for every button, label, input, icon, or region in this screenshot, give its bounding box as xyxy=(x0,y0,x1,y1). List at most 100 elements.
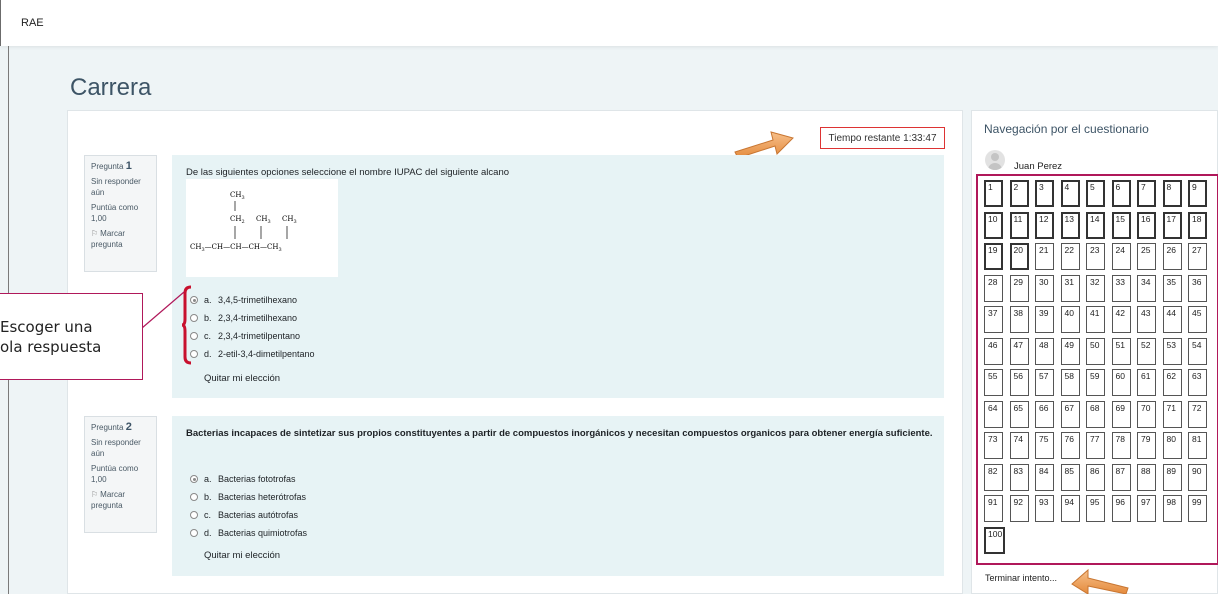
answer-option[interactable]: a. 3,4,5-trimetilhexano xyxy=(190,293,297,307)
clear-choice-link[interactable]: Quitar mi elección xyxy=(204,373,280,384)
nav-question-button-41[interactable]: 41 xyxy=(1086,306,1105,333)
nav-question-button-65[interactable]: 65 xyxy=(1009,400,1029,428)
nav-question-button-81[interactable]: 81 xyxy=(1188,432,1207,459)
nav-question-button-71[interactable]: 71 xyxy=(1162,400,1182,428)
nav-question-button-76[interactable]: 76 xyxy=(1060,432,1080,459)
nav-question-button-48[interactable]: 48 xyxy=(1035,337,1054,365)
nav-question-button-36[interactable]: 36 xyxy=(1188,274,1207,302)
nav-question-button-66[interactable]: 66 xyxy=(1035,400,1054,428)
nav-question-button-62[interactable]: 62 xyxy=(1162,369,1182,396)
answer-option[interactable]: b. 2,3,4-trimetilhexano xyxy=(190,311,297,325)
nav-question-button-24[interactable]: 24 xyxy=(1111,243,1131,270)
nav-question-button-87[interactable]: 87 xyxy=(1111,463,1131,491)
nav-question-button-67[interactable]: 67 xyxy=(1060,400,1080,428)
nav-question-button-75[interactable]: 75 xyxy=(1035,432,1054,459)
nav-question-button-5[interactable]: 5 xyxy=(1086,180,1105,207)
nav-question-button-64[interactable]: 64 xyxy=(984,400,1003,428)
nav-question-button-77[interactable]: 77 xyxy=(1086,432,1105,459)
nav-question-button-95[interactable]: 95 xyxy=(1086,495,1105,522)
nav-question-button-63[interactable]: 63 xyxy=(1188,369,1207,396)
nav-question-button-3[interactable]: 3 xyxy=(1035,180,1054,207)
nav-question-button-42[interactable]: 42 xyxy=(1111,306,1131,333)
nav-question-button-85[interactable]: 85 xyxy=(1060,463,1080,491)
nav-question-button-8[interactable]: 8 xyxy=(1162,180,1182,207)
nav-question-button-28[interactable]: 28 xyxy=(984,274,1003,302)
nav-question-button-57[interactable]: 57 xyxy=(1035,369,1054,396)
nav-question-button-52[interactable]: 52 xyxy=(1137,337,1156,365)
nav-question-button-79[interactable]: 79 xyxy=(1137,432,1156,459)
answer-option[interactable]: d. 2-etil-3,4-dimetilpentano xyxy=(190,347,315,361)
radio-button[interactable] xyxy=(190,475,198,483)
nav-question-button-61[interactable]: 61 xyxy=(1137,369,1156,396)
radio-button[interactable] xyxy=(190,529,198,537)
answer-option[interactable]: a. Bacterias fototrofas xyxy=(190,472,296,486)
nav-question-button-31[interactable]: 31 xyxy=(1060,274,1080,302)
nav-question-button-2[interactable]: 2 xyxy=(1009,180,1029,207)
nav-question-button-90[interactable]: 90 xyxy=(1188,463,1207,491)
radio-button[interactable] xyxy=(190,511,198,519)
nav-question-button-26[interactable]: 26 xyxy=(1162,243,1182,270)
nav-question-button-33[interactable]: 33 xyxy=(1111,274,1131,302)
nav-question-button-12[interactable]: 12 xyxy=(1035,211,1054,239)
nav-question-button-69[interactable]: 69 xyxy=(1111,400,1131,428)
nav-question-button-9[interactable]: 9 xyxy=(1188,180,1207,207)
nav-question-button-53[interactable]: 53 xyxy=(1162,337,1182,365)
nav-question-button-82[interactable]: 82 xyxy=(984,463,1003,491)
nav-question-button-16[interactable]: 16 xyxy=(1137,211,1156,239)
nav-question-button-45[interactable]: 45 xyxy=(1188,306,1207,333)
nav-question-button-7[interactable]: 7 xyxy=(1137,180,1156,207)
nav-question-button-58[interactable]: 58 xyxy=(1060,369,1080,396)
nav-question-button-100[interactable]: 100 xyxy=(984,526,1005,554)
nav-question-button-78[interactable]: 78 xyxy=(1111,432,1131,459)
nav-question-button-55[interactable]: 55 xyxy=(984,369,1003,396)
clear-choice-link[interactable]: Quitar mi elección xyxy=(204,550,280,561)
nav-question-button-80[interactable]: 80 xyxy=(1162,432,1182,459)
nav-question-button-6[interactable]: 6 xyxy=(1111,180,1131,207)
nav-question-button-23[interactable]: 23 xyxy=(1086,243,1105,270)
nav-question-button-35[interactable]: 35 xyxy=(1162,274,1182,302)
nav-question-button-70[interactable]: 70 xyxy=(1137,400,1156,428)
nav-question-button-54[interactable]: 54 xyxy=(1188,337,1207,365)
nav-question-button-51[interactable]: 51 xyxy=(1111,337,1131,365)
finish-attempt-link[interactable]: Terminar intento... xyxy=(985,573,1057,583)
answer-option[interactable]: d. Bacterias quimiotrofas xyxy=(190,526,307,540)
nav-question-button-29[interactable]: 29 xyxy=(1009,274,1029,302)
nav-question-button-30[interactable]: 30 xyxy=(1035,274,1054,302)
radio-button[interactable] xyxy=(190,493,198,501)
nav-question-button-38[interactable]: 38 xyxy=(1009,306,1029,333)
nav-question-button-91[interactable]: 91 xyxy=(984,495,1003,522)
nav-question-button-60[interactable]: 60 xyxy=(1111,369,1131,396)
nav-question-button-44[interactable]: 44 xyxy=(1162,306,1182,333)
nav-question-button-22[interactable]: 22 xyxy=(1060,243,1080,270)
nav-question-button-74[interactable]: 74 xyxy=(1009,432,1029,459)
nav-question-button-21[interactable]: 21 xyxy=(1035,243,1054,270)
nav-question-button-25[interactable]: 25 xyxy=(1137,243,1156,270)
nav-question-button-39[interactable]: 39 xyxy=(1035,306,1054,333)
nav-question-button-72[interactable]: 72 xyxy=(1188,400,1207,428)
nav-question-button-99[interactable]: 99 xyxy=(1188,495,1207,522)
nav-question-button-96[interactable]: 96 xyxy=(1111,495,1131,522)
nav-question-button-43[interactable]: 43 xyxy=(1137,306,1156,333)
nav-question-button-49[interactable]: 49 xyxy=(1060,337,1080,365)
nav-question-button-83[interactable]: 83 xyxy=(1009,463,1029,491)
answer-option[interactable]: c. 2,3,4-trimetilpentano xyxy=(190,329,300,343)
nav-question-button-15[interactable]: 15 xyxy=(1111,211,1131,239)
nav-question-button-13[interactable]: 13 xyxy=(1060,211,1080,239)
nav-question-button-18[interactable]: 18 xyxy=(1188,211,1207,239)
nav-question-button-88[interactable]: 88 xyxy=(1137,463,1156,491)
nav-question-button-11[interactable]: 11 xyxy=(1009,211,1029,239)
nav-question-button-89[interactable]: 89 xyxy=(1162,463,1182,491)
answer-option[interactable]: b. Bacterias heterótrofas xyxy=(190,490,306,504)
nav-question-button-59[interactable]: 59 xyxy=(1086,369,1105,396)
nav-question-button-14[interactable]: 14 xyxy=(1086,211,1105,239)
nav-question-button-50[interactable]: 50 xyxy=(1086,337,1105,365)
nav-question-button-97[interactable]: 97 xyxy=(1137,495,1156,522)
nav-question-button-4[interactable]: 4 xyxy=(1060,180,1080,207)
nav-question-button-17[interactable]: 17 xyxy=(1162,211,1182,239)
nav-question-button-94[interactable]: 94 xyxy=(1060,495,1080,522)
nav-question-button-10[interactable]: 10 xyxy=(984,211,1003,239)
flag-question-link[interactable]: ⚐ Marcar pregunta xyxy=(91,228,150,250)
nav-question-button-86[interactable]: 86 xyxy=(1086,463,1105,491)
nav-question-button-19[interactable]: 19 xyxy=(984,243,1003,270)
nav-question-button-98[interactable]: 98 xyxy=(1162,495,1182,522)
